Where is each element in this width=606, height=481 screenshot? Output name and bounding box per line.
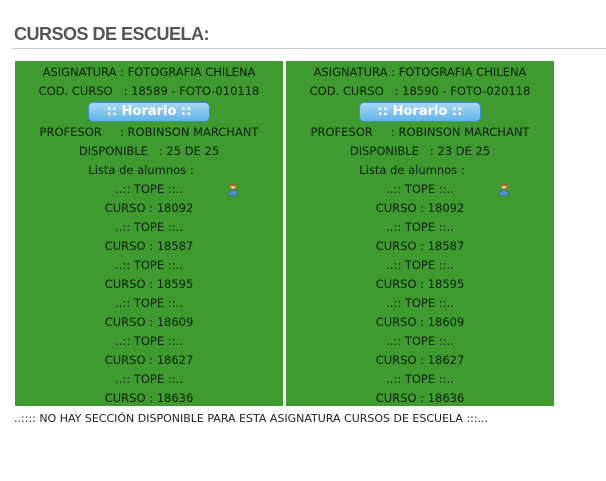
tope-course: CURSO : 18587 [375, 239, 465, 253]
tope-course: CURSO : 18636 [104, 391, 194, 405]
schedule-button[interactable]: :: Horario :: [88, 102, 210, 122]
tope-course: CURSO : 18636 [375, 391, 465, 405]
tope-course: CURSO : 18587 [104, 239, 194, 253]
tope-label: ..:: TOPE ::.. [386, 258, 454, 272]
title-divider [12, 48, 606, 49]
subject-label: ASIGNATURA : FOTOGRAFIA CHILENA [313, 65, 527, 79]
course-cards: ASIGNATURA : FOTOGRAFIA CHILENA COD. CUR… [15, 61, 557, 406]
person-icon[interactable] [469, 164, 509, 196]
tope-label: ..:: TOPE ::.. [115, 296, 183, 310]
tope-label: ..:: TOPE ::.. [386, 372, 454, 386]
tope-course: CURSO : 18609 [104, 315, 194, 329]
tope-label: ..:: TOPE ::.. [115, 182, 183, 196]
students-list-label: Lista de alumnos : [88, 163, 194, 177]
course-card: ASIGNATURA : FOTOGRAFIA CHILENA COD. CUR… [15, 61, 283, 406]
students-list-row: Lista de alumnos : [88, 161, 238, 196]
tope-label: ..:: TOPE ::.. [115, 258, 183, 272]
tope-label: ..:: TOPE ::.. [386, 296, 454, 310]
students-list-row: Lista de alumnos : [359, 161, 509, 196]
person-icon[interactable] [198, 164, 238, 196]
tope-label: ..:: TOPE ::.. [386, 220, 454, 234]
tope-course: CURSO : 18092 [104, 201, 194, 215]
tope-course: CURSO : 18609 [375, 315, 465, 329]
teacher-label: PROFESOR : ROBINSON MARCHANT [39, 125, 259, 139]
subject-label: ASIGNATURA : FOTOGRAFIA CHILENA [42, 65, 256, 79]
tope-label: ..:: TOPE ::.. [115, 372, 183, 386]
students-list-label: Lista de alumnos : [359, 163, 465, 177]
tope-course: CURSO : 18595 [375, 277, 465, 291]
tope-label: ..:: TOPE ::.. [386, 334, 454, 348]
tope-label: ..:: TOPE ::.. [115, 220, 183, 234]
availability-label: DISPONIBLE : 25 DE 25 [78, 144, 220, 158]
schedule-button[interactable]: :: Horario :: [359, 102, 481, 122]
availability-label: DISPONIBLE : 23 DE 25 [349, 144, 491, 158]
teacher-label: PROFESOR : ROBINSON MARCHANT [310, 125, 530, 139]
course-code: COD. CURSO : 18590 - FOTO-020118 [309, 84, 531, 98]
tope-course: CURSO : 18092 [375, 201, 465, 215]
tope-course: CURSO : 18627 [104, 353, 194, 367]
course-card: ASIGNATURA : FOTOGRAFIA CHILENA COD. CUR… [286, 61, 554, 406]
tope-course: CURSO : 18627 [375, 353, 465, 367]
tope-course: CURSO : 18595 [104, 277, 194, 291]
page-title: CURSOS DE ESCUELA: [14, 24, 210, 44]
no-section-message: ..:::: NO HAY SECCIÓN DISPONIBLE PARA ES… [14, 412, 489, 425]
course-code: COD. CURSO : 18589 - FOTO-010118 [38, 84, 260, 98]
tope-label: ..:: TOPE ::.. [115, 334, 183, 348]
tope-label: ..:: TOPE ::.. [386, 182, 454, 196]
